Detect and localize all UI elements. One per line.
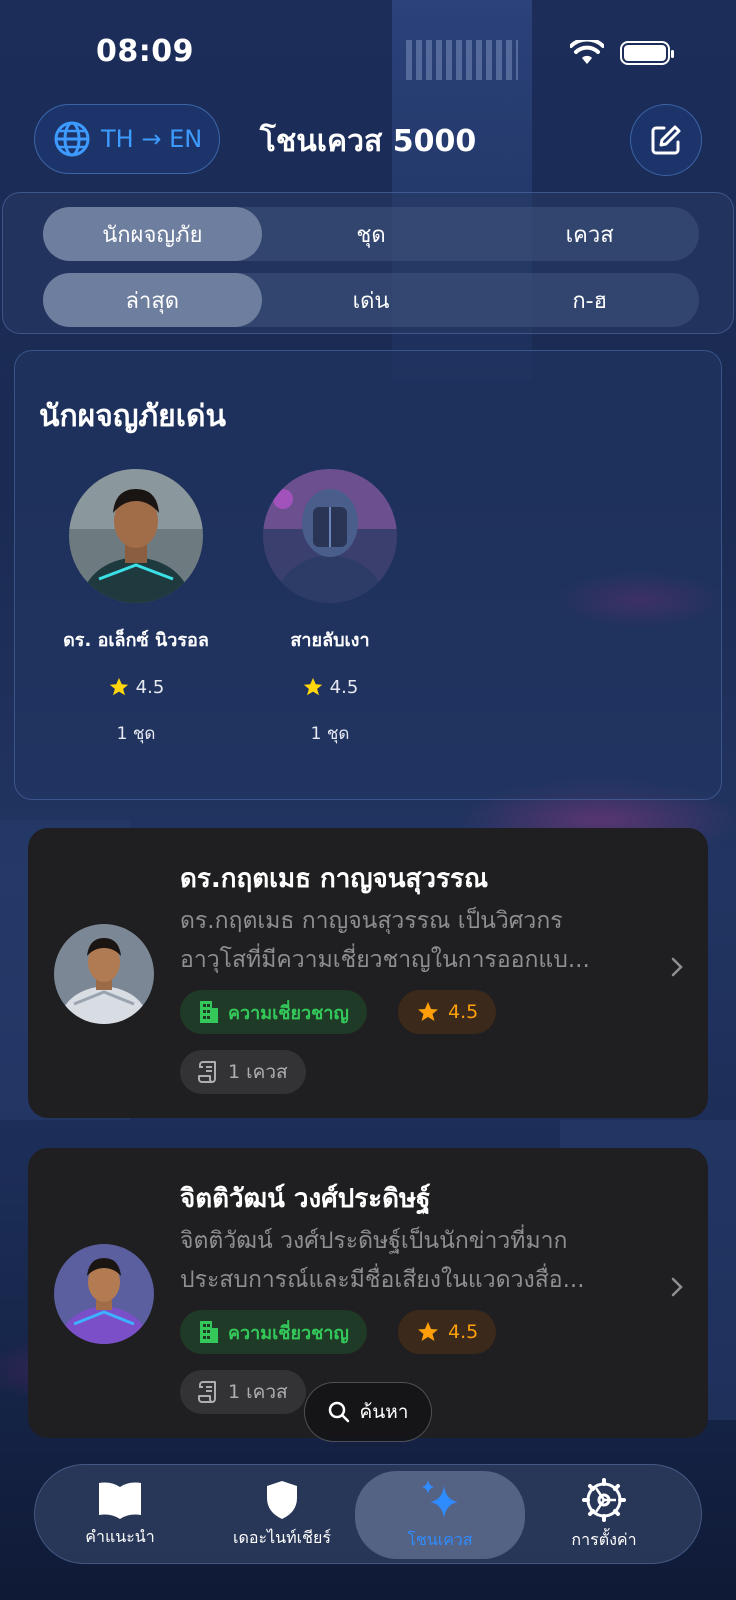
description-line: ประสบการณ์และมีชื่อเสียงในแวดวงสื่อ...: [180, 1267, 585, 1293]
rating-value: 4.5: [329, 676, 359, 698]
tab-settings[interactable]: การตั้งค่า: [519, 1465, 689, 1565]
shield-icon: [267, 1480, 297, 1519]
star-icon: [109, 677, 128, 696]
page-title: โชนเควส 5000: [259, 124, 477, 159]
featured-adventurers-section: นักผจญภัยเด่น ดร. อเล็กซ์ นิวรอล 4.5 1 ช…: [14, 350, 722, 800]
star-icon: [418, 1002, 438, 1021]
sort-segmented-control: ล่าสุด เด่น ก-ฮ: [43, 273, 699, 327]
tab-label: การตั้งค่า: [571, 1529, 637, 1549]
description-line: จิตติวัฒน์ วงศ์ประดิษฐ์เป็นนักข่าวที่มาก: [180, 1228, 568, 1254]
adventurer-description: จิตติวัฒน์ วงศ์ประดิษฐ์เป็นนักข่าวที่มาก…: [180, 1222, 620, 1300]
building-icon: [200, 1321, 218, 1343]
status-bar: 08:09: [0, 0, 736, 100]
quest-count-badge: 1 เควส: [180, 1370, 306, 1414]
featured-card[interactable]: สายลับเงา 4.5 1 ชุด: [235, 469, 425, 747]
segment-featured[interactable]: เด่น: [262, 273, 481, 327]
description-line: อาวุโสที่มีความเชี่ยวชาญในการออกแบ...: [180, 947, 590, 973]
adventurer-name: จิตติวัฒน์ วงศ์ประดิษฐ์: [180, 1184, 431, 1214]
avatar: [263, 469, 397, 603]
bottom-tab-bar: คำแนะนำ เดอะไนท์เชียร์ โชนเควส การตั้งค่…: [34, 1464, 702, 1564]
tab-label: โชนเควส: [407, 1529, 473, 1549]
rating-value: 4.5: [448, 1001, 479, 1023]
chevron-right-icon: [671, 957, 683, 977]
tab-guide[interactable]: คำแนะนำ: [35, 1465, 205, 1565]
rating-value: 4.5: [135, 676, 165, 698]
segment-latest[interactable]: ล่าสุด: [43, 273, 262, 327]
segment-adventurers[interactable]: นักผจญภัย: [43, 207, 262, 261]
star-icon: [418, 1322, 438, 1341]
quest-count: 1 เควส: [228, 1061, 288, 1083]
adventurer-card[interactable]: ดร.กฤตเมธ กาญจนสุวรรณ ดร.กฤตเมธ กาญจนสุว…: [28, 828, 708, 1118]
status-icons: [570, 40, 674, 66]
wifi-icon: [570, 40, 604, 64]
category-segmented-control: นักผจญภัย ชุด เควส: [43, 207, 699, 261]
edit-icon: [651, 125, 681, 155]
segment-sets[interactable]: ชุด: [262, 207, 481, 261]
tab-label: คำแนะนำ: [85, 1526, 155, 1546]
tab-label: เดอะไนท์เชียร์: [233, 1527, 331, 1547]
segment-quests[interactable]: เควส: [480, 207, 699, 261]
featured-name: สายลับเงา: [290, 630, 370, 651]
description-line: ดร.กฤตเมธ กาญจนสุวรรณ เป็นวิศวกร: [180, 908, 563, 934]
avatar: [69, 469, 203, 603]
search-label: ค้นหา: [359, 1401, 409, 1423]
scroll-icon: [198, 1381, 216, 1403]
scroll-icon: [198, 1061, 216, 1083]
avatar: [54, 924, 154, 1024]
section-title: นักผจญภัยเด่น: [39, 399, 226, 434]
featured-name: ดร. อเล็กซ์ นิวรอล: [63, 630, 209, 651]
featured-sets: 1 ชุด: [116, 724, 156, 744]
status-time: 08:09: [96, 34, 194, 69]
rating-value: 4.5: [448, 1321, 479, 1343]
avatar: [54, 1244, 154, 1344]
battery-icon: [620, 41, 674, 65]
rating-badge: 4.5: [398, 1310, 497, 1354]
building-icon: [200, 1001, 218, 1023]
chevron-right-icon: [671, 1277, 683, 1297]
search-button[interactable]: ค้นหา: [304, 1382, 432, 1442]
featured-sets: 1 ชุด: [310, 724, 350, 744]
quest-count: 1 เควส: [228, 1381, 288, 1403]
book-open-icon: [99, 1482, 141, 1519]
star-icon: [303, 677, 322, 696]
segment-alphabetical[interactable]: ก-ฮ: [480, 273, 699, 327]
tab-zone-quest[interactable]: โชนเควส: [355, 1471, 525, 1559]
search-icon: [328, 1401, 349, 1423]
rating-badge: 4.5: [398, 990, 497, 1034]
tab-knight-shield[interactable]: เดอะไนท์เชียร์: [197, 1465, 367, 1565]
expertise-badge: ความเชี่ยวชาญ: [180, 1310, 367, 1354]
sparkles-icon: [422, 1479, 458, 1518]
adventurer-name: ดร.กฤตเมธ กาญจนสุวรรณ: [180, 864, 489, 894]
expertise-label: ความเชี่ยวชาญ: [228, 1002, 349, 1024]
compose-button[interactable]: [630, 104, 702, 176]
featured-rating: 4.5: [41, 676, 231, 698]
gear-icon: [582, 1477, 626, 1522]
adventurer-description: ดร.กฤตเมธ กาญจนสุวรรณ เป็นวิศวกร อาวุโสท…: [180, 902, 620, 980]
quest-count-badge: 1 เควส: [180, 1050, 306, 1094]
featured-rating: 4.5: [235, 676, 425, 698]
featured-card[interactable]: ดร. อเล็กซ์ นิวรอล 4.5 1 ชุด: [41, 469, 231, 747]
expertise-label: ความเชี่ยวชาญ: [228, 1322, 349, 1344]
filter-panel: นักผจญภัย ชุด เควส ล่าสุด เด่น ก-ฮ: [2, 192, 734, 334]
expertise-badge: ความเชี่ยวชาญ: [180, 990, 367, 1034]
